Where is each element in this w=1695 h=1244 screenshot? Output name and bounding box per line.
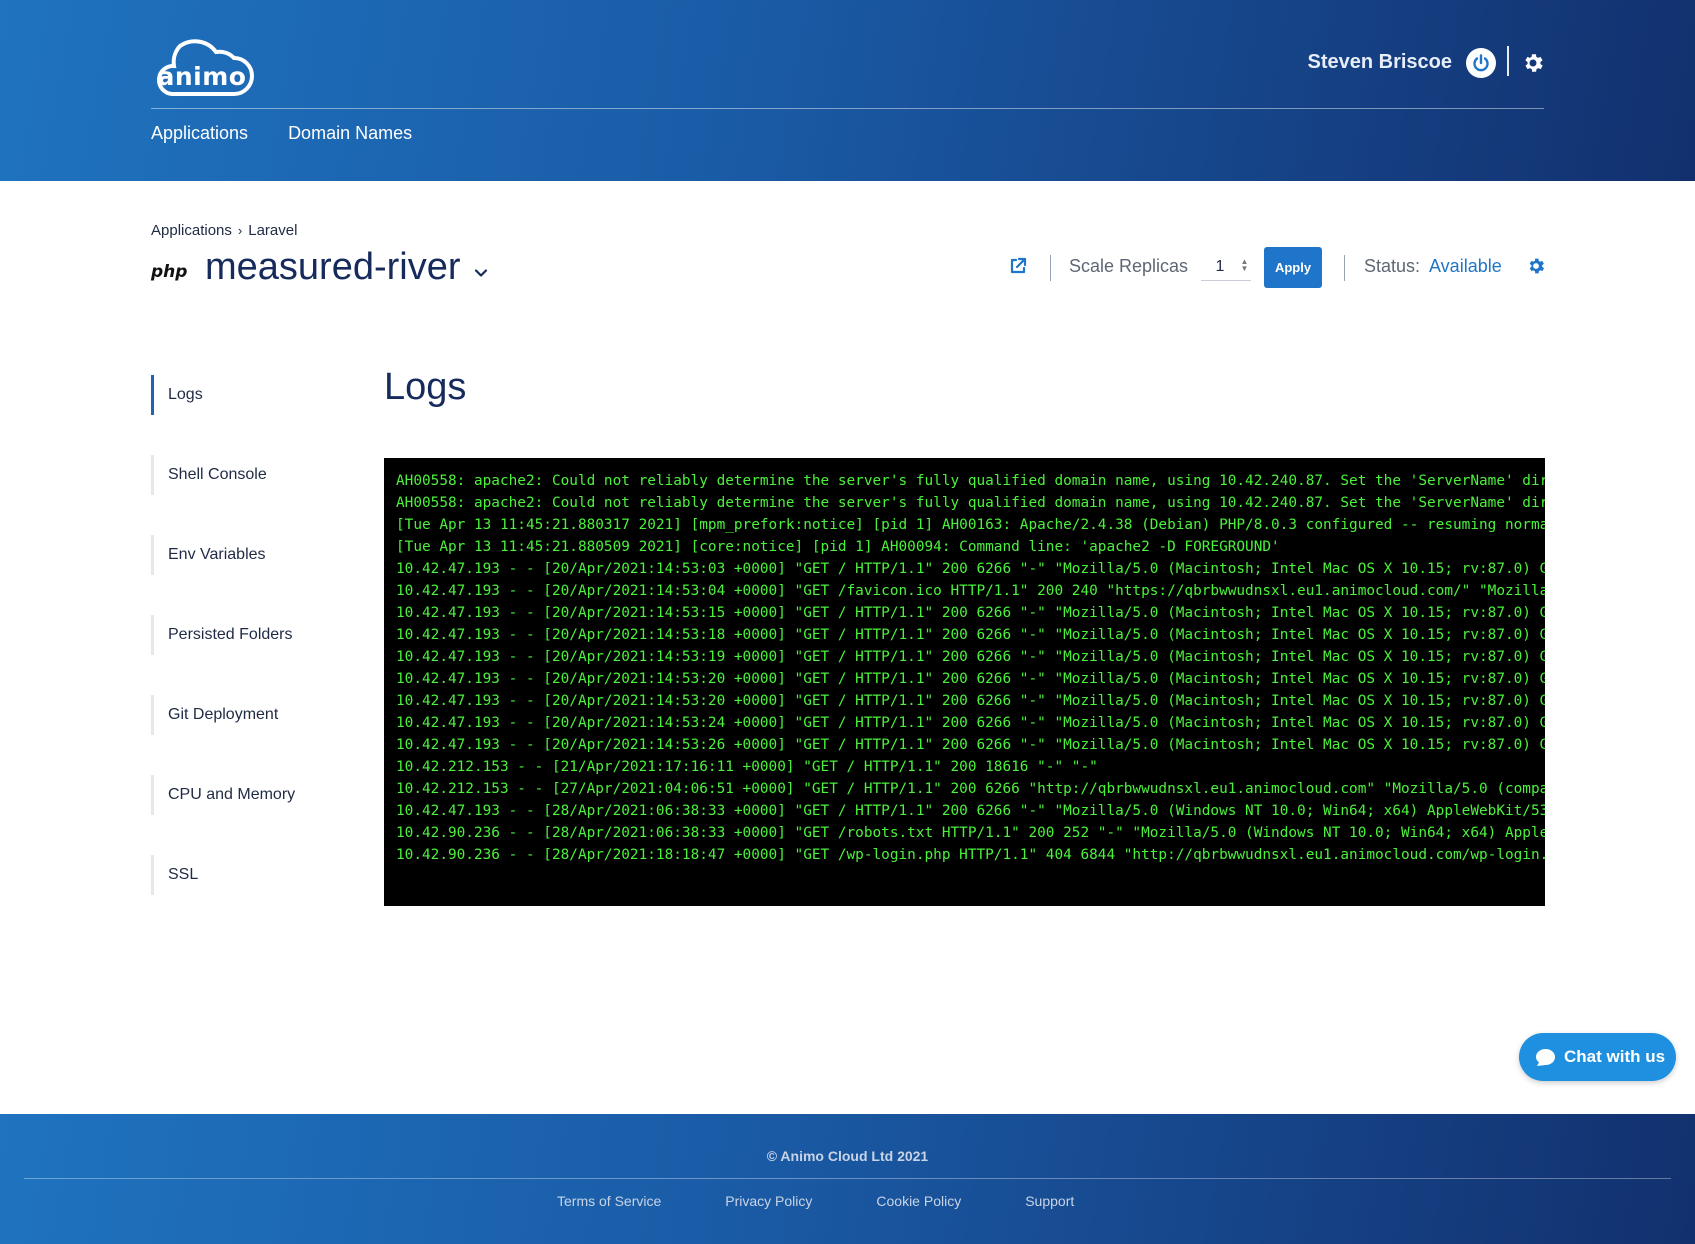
log-terminal[interactable]: AH00558: apache2: Could not reliably det… xyxy=(384,458,1545,906)
logo-text: animo xyxy=(157,62,247,91)
footer-link-support[interactable]: Support xyxy=(1025,1193,1074,1209)
log-line: 10.42.47.193 - - [20/Apr/2021:14:53:04 +… xyxy=(396,583,1545,599)
main-nav: Applications Domain Names xyxy=(151,123,412,144)
log-line: 10.42.47.193 - - [20/Apr/2021:14:53:26 +… xyxy=(396,737,1545,753)
php-badge: php xyxy=(151,262,188,282)
gear-icon[interactable] xyxy=(1521,51,1545,75)
scale-replicas-label: Scale Replicas xyxy=(1069,256,1189,276)
gear-icon[interactable] xyxy=(1526,256,1546,276)
log-line: 10.42.47.193 - - [20/Apr/2021:14:53:19 +… xyxy=(396,649,1545,665)
footer: © Animo Cloud Ltd 2021 Terms of Service … xyxy=(0,1114,1695,1244)
log-line: AH00558: apache2: Could not reliably det… xyxy=(396,473,1545,489)
log-line: [Tue Apr 13 11:45:21.880317 2021] [mpm_p… xyxy=(396,517,1545,533)
status-label: Status: xyxy=(1364,256,1421,276)
log-line: 10.42.47.193 - - [20/Apr/2021:14:53:24 +… xyxy=(396,715,1545,731)
sidebar-item-persisted-folders[interactable]: Persisted Folders xyxy=(151,615,331,655)
toolbar-divider xyxy=(1344,255,1345,281)
section-title: Logs xyxy=(384,366,467,408)
breadcrumb: Applications › Laravel xyxy=(151,222,297,239)
footer-link-terms[interactable]: Terms of Service xyxy=(557,1193,661,1209)
footer-divider xyxy=(24,1178,1671,1179)
sidebar-item-git-deployment[interactable]: Git Deployment xyxy=(151,695,331,735)
footer-links: Terms of Service Privacy Policy Cookie P… xyxy=(557,1193,1074,1209)
status-value: Available xyxy=(1429,256,1502,276)
log-line: 10.42.47.193 - - [28/Apr/2021:06:38:33 +… xyxy=(396,803,1545,819)
chevron-right-icon: › xyxy=(237,223,243,238)
animo-logo[interactable]: animo xyxy=(150,30,254,98)
chat-bubble-icon xyxy=(1536,1048,1555,1066)
log-line: AH00558: apache2: Could not reliably det… xyxy=(396,495,1545,511)
nav-applications[interactable]: Applications xyxy=(151,123,248,144)
chevron-down-icon xyxy=(474,268,487,277)
sidebar-item-env-variables[interactable]: Env Variables xyxy=(151,535,331,575)
toolbar-divider xyxy=(1050,255,1051,281)
apply-button[interactable]: Apply xyxy=(1264,247,1322,288)
log-line: 10.42.212.153 - - [27/Apr/2021:04:06:51 … xyxy=(396,781,1545,797)
log-line: 10.42.47.193 - - [20/Apr/2021:14:53:20 +… xyxy=(396,671,1545,687)
log-line: 10.42.47.193 - - [20/Apr/2021:14:53:18 +… xyxy=(396,627,1545,643)
sidebar-item-ssl[interactable]: SSL xyxy=(151,855,331,895)
chat-label: Chat with us xyxy=(1564,1047,1666,1066)
user-name[interactable]: Steven Briscoe xyxy=(1307,51,1452,74)
log-line: 10.42.47.193 - - [20/Apr/2021:14:53:03 +… xyxy=(396,561,1545,577)
replicas-stepper[interactable]: ▲ ▼ xyxy=(1240,258,1249,274)
breadcrumb-applications[interactable]: Applications xyxy=(151,222,232,239)
power-icon xyxy=(1473,54,1489,72)
copyright: © Animo Cloud Ltd 2021 xyxy=(766,1148,929,1164)
logout-button[interactable] xyxy=(1466,48,1496,78)
external-link-icon[interactable] xyxy=(1008,256,1028,276)
footer-link-privacy[interactable]: Privacy Policy xyxy=(725,1193,812,1209)
footer-link-cookie[interactable]: Cookie Policy xyxy=(876,1193,961,1209)
sidebar-item-shell-console[interactable]: Shell Console xyxy=(151,455,331,495)
log-line: 10.42.90.236 - - [28/Apr/2021:18:18:47 +… xyxy=(396,847,1545,863)
breadcrumb-laravel[interactable]: Laravel xyxy=(248,222,297,239)
sidebar-item-cpu-and-memory[interactable]: CPU and Memory xyxy=(151,775,331,815)
nav-domain-names[interactable]: Domain Names xyxy=(288,123,412,144)
chat-button[interactable]: Chat with us xyxy=(1519,1033,1676,1081)
log-line: 10.42.90.236 - - [28/Apr/2021:06:38:33 +… xyxy=(396,825,1545,841)
page-title: measured-river xyxy=(205,246,461,288)
log-line: 10.42.212.153 - - [21/Apr/2021:17:16:11 … xyxy=(396,759,1098,775)
log-line: [Tue Apr 13 11:45:21.880509 2021] [core:… xyxy=(396,539,1280,555)
header-divider xyxy=(1507,46,1509,76)
log-line: 10.42.47.193 - - [20/Apr/2021:14:53:20 +… xyxy=(396,693,1545,709)
app-name-dropdown[interactable]: measured-river xyxy=(205,246,489,289)
header-divider-line xyxy=(151,108,1544,109)
top-header: animo Steven Briscoe Applications Domain… xyxy=(0,0,1695,181)
sidebar-item-logs[interactable]: Logs xyxy=(151,375,331,415)
log-line: 10.42.47.193 - - [20/Apr/2021:14:53:15 +… xyxy=(396,605,1545,621)
